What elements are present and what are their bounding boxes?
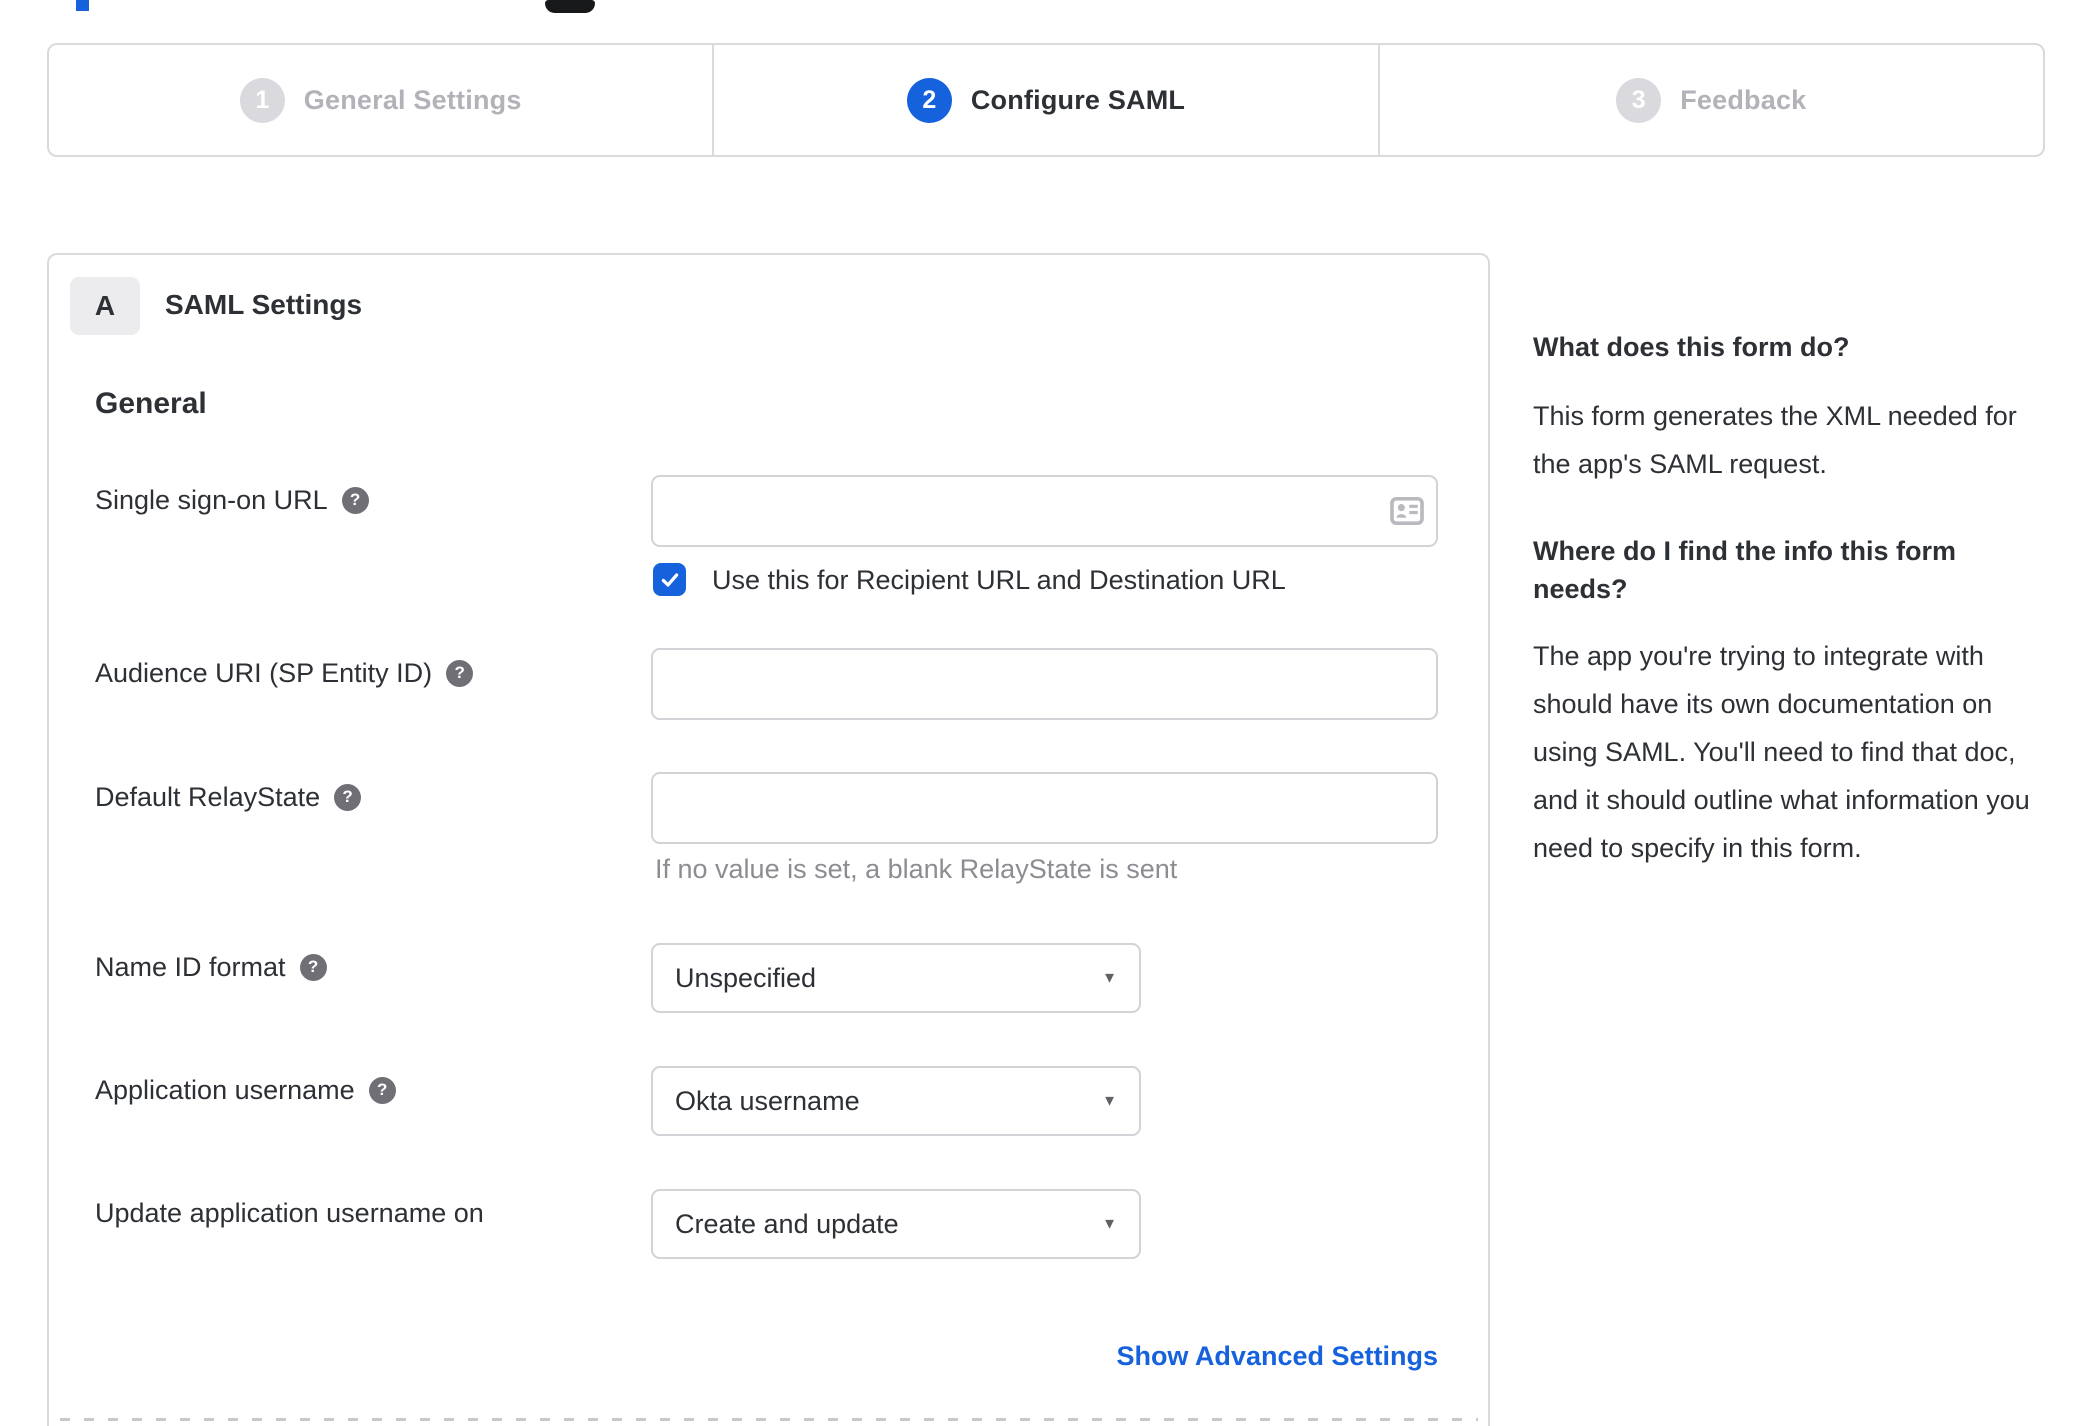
recipient-url-checkbox[interactable] bbox=[653, 563, 686, 596]
sidebar-question-1: What does this form do? bbox=[1533, 332, 1850, 362]
audience-uri-label-row: Audience URI (SP Entity ID) ? bbox=[95, 656, 474, 690]
clipped-content-fragment-blue bbox=[76, 0, 89, 11]
configure-saml-page: 1 General Settings 2 Configure SAML 3 Fe… bbox=[0, 0, 2092, 1426]
step-configure-saml[interactable]: 2 Configure SAML bbox=[712, 45, 1377, 155]
recipient-url-checkbox-label: Use this for Recipient URL and Destinati… bbox=[712, 565, 1286, 595]
relay-state-hint: If no value is set, a blank RelayState i… bbox=[655, 854, 1178, 884]
relay-state-label: Default RelayState bbox=[95, 782, 321, 812]
relay-state-label-row: Default RelayState ? bbox=[95, 780, 362, 814]
checkmark-icon bbox=[661, 572, 678, 587]
section-a-badge: A bbox=[70, 277, 140, 335]
help-sidebar: What does this form do? This form genera… bbox=[1533, 328, 2048, 916]
app-username-label-row: Application username ? bbox=[95, 1073, 396, 1107]
audience-uri-input[interactable] bbox=[651, 648, 1438, 720]
step-1-badge: 1 bbox=[239, 77, 285, 123]
app-username-value: Okta username bbox=[675, 1085, 860, 1116]
step-2-label: Configure SAML bbox=[970, 84, 1186, 115]
caret-down-icon: ▼ bbox=[1102, 969, 1117, 987]
update-username-label: Update application username on bbox=[95, 1198, 484, 1228]
sso-url-input[interactable] bbox=[651, 475, 1438, 547]
step-feedback[interactable]: 3 Feedback bbox=[1377, 45, 2043, 155]
app-username-label: Application username bbox=[95, 1075, 355, 1105]
step-3-badge: 3 bbox=[1616, 77, 1662, 123]
sso-url-label-row: Single sign-on URL ? bbox=[95, 483, 369, 517]
update-username-value: Create and update bbox=[675, 1208, 899, 1239]
update-username-select[interactable]: Create and update ▼ bbox=[651, 1189, 1141, 1259]
update-username-label-row: Update application username on bbox=[95, 1196, 484, 1230]
step-2-badge: 2 bbox=[906, 77, 952, 123]
caret-down-icon: ▼ bbox=[1102, 1215, 1117, 1233]
audience-uri-label: Audience URI (SP Entity ID) bbox=[95, 658, 433, 688]
help-icon[interactable]: ? bbox=[446, 659, 474, 687]
help-icon[interactable]: ? bbox=[368, 1076, 396, 1104]
help-icon[interactable]: ? bbox=[341, 486, 369, 514]
sidebar-answer-1: This form generates the XML needed for t… bbox=[1533, 401, 2017, 479]
help-icon[interactable]: ? bbox=[299, 953, 327, 981]
caret-down-icon: ▼ bbox=[1102, 1092, 1117, 1110]
contact-card-icon bbox=[1390, 496, 1424, 526]
wizard-stepper: 1 General Settings 2 Configure SAML 3 Fe… bbox=[47, 43, 2045, 157]
section-separator bbox=[60, 1418, 1478, 1421]
step-1-label: General Settings bbox=[303, 84, 522, 115]
general-heading: General bbox=[95, 387, 207, 420]
section-title: SAML Settings bbox=[165, 289, 363, 320]
name-id-format-label: Name ID format bbox=[95, 952, 286, 982]
sidebar-question-2: Where do I find the info this form needs… bbox=[1533, 536, 1956, 604]
name-id-format-select[interactable]: Unspecified ▼ bbox=[651, 943, 1141, 1013]
step-3-label: Feedback bbox=[1680, 84, 1807, 115]
show-advanced-settings-link[interactable]: Show Advanced Settings bbox=[651, 1341, 1438, 1372]
step-general-settings[interactable]: 1 General Settings bbox=[49, 45, 712, 155]
app-username-select[interactable]: Okta username ▼ bbox=[651, 1066, 1141, 1136]
sidebar-answer-2: The app you're trying to integrate with … bbox=[1533, 641, 2030, 863]
clipped-content-fragment-dark bbox=[545, 0, 595, 13]
sso-url-label: Single sign-on URL bbox=[95, 485, 328, 515]
name-id-format-value: Unspecified bbox=[675, 962, 817, 993]
help-icon[interactable]: ? bbox=[334, 783, 362, 811]
name-id-format-label-row: Name ID format ? bbox=[95, 950, 327, 984]
relay-state-input[interactable] bbox=[651, 772, 1438, 844]
